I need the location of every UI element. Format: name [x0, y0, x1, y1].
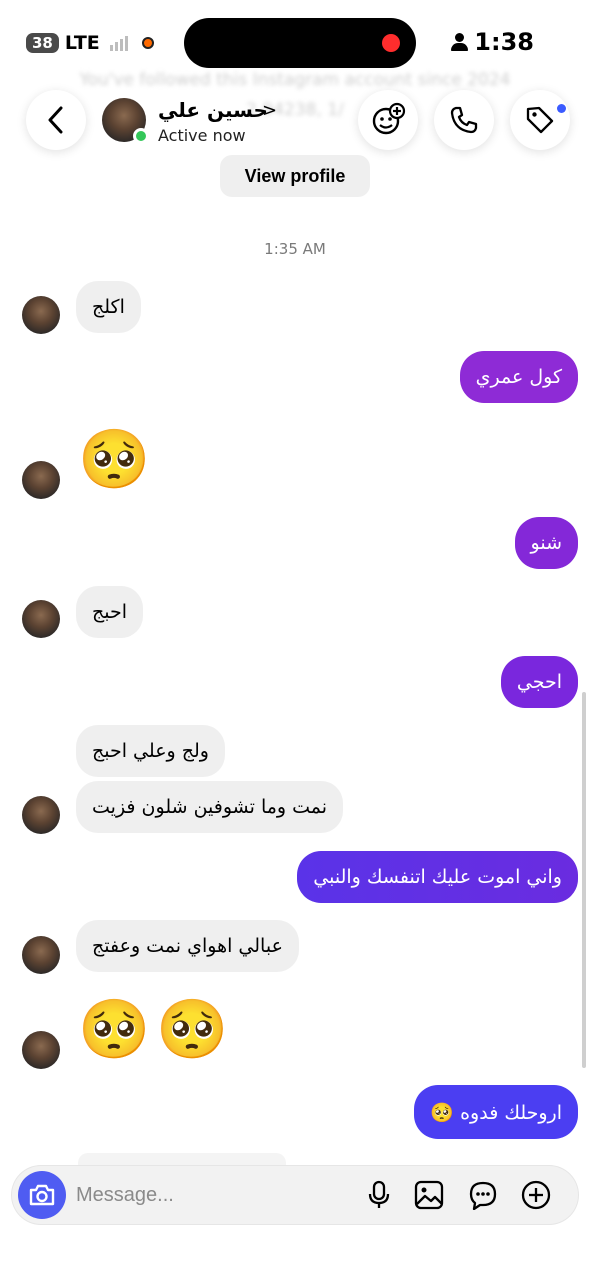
camera-icon	[29, 1184, 55, 1206]
message-outgoing[interactable]: شنو	[514, 517, 578, 569]
view-profile-button[interactable]: View profile	[220, 155, 370, 197]
sticker-button[interactable]	[468, 1180, 498, 1210]
message-incoming[interactable]: اكلج	[76, 281, 141, 333]
plus-button[interactable]	[521, 1180, 551, 1210]
person-icon	[450, 32, 469, 52]
back-icon	[48, 106, 63, 134]
status-left: 38 LTE	[26, 32, 154, 54]
chevron-right-icon: >	[262, 100, 278, 121]
sender-avatar[interactable]	[22, 461, 60, 499]
scrollbar[interactable]	[582, 692, 586, 1068]
microphone-button[interactable]	[364, 1180, 394, 1210]
status-right: 1:38	[450, 28, 534, 56]
message-composer	[12, 1166, 578, 1224]
message-incoming[interactable]: نمت وما تشوفين شلون فزيت	[76, 781, 344, 833]
sticker-icon	[469, 1181, 497, 1210]
chat-header: حسين علي > Active now	[0, 88, 590, 154]
notification-dot	[557, 104, 566, 113]
sender-avatar[interactable]	[22, 600, 60, 638]
audio-call-button[interactable]	[434, 90, 494, 150]
partial-message	[78, 1153, 286, 1167]
message-incoming[interactable]: عبالي اهواي نمت وعفتج	[76, 920, 299, 972]
tag-icon	[526, 106, 554, 134]
message-incoming[interactable]: ولج وعلي احبج	[76, 725, 225, 777]
sender-avatar[interactable]	[22, 936, 60, 974]
emoji-message[interactable]: 🥺🥺	[78, 1000, 234, 1058]
active-status: Active now	[158, 126, 246, 145]
record-dot-icon	[382, 34, 400, 52]
dynamic-island	[184, 18, 416, 68]
back-button[interactable]	[26, 90, 86, 150]
gallery-icon	[414, 1180, 444, 1210]
effects-button[interactable]	[358, 90, 418, 150]
camera-button[interactable]	[18, 1171, 66, 1219]
battery-indicator: 38	[26, 33, 59, 53]
message-outgoing[interactable]: واني اموت عليك اتنفسك والنبي	[297, 851, 578, 903]
network-type: LTE	[64, 32, 100, 54]
contact-avatar[interactable]	[102, 98, 149, 144]
phone-icon	[450, 106, 478, 134]
status-bar: 38 LTE 1:38	[0, 0, 590, 80]
ghost-account-info: You've followed this Instagram account s…	[79, 70, 511, 90]
emoji-message[interactable]: 🥺	[78, 430, 150, 488]
clock: 1:38	[474, 28, 534, 56]
signal-icon	[109, 35, 128, 51]
online-indicator	[133, 128, 149, 144]
gallery-button[interactable]	[414, 1180, 444, 1210]
plus-icon	[521, 1180, 551, 1210]
message-outgoing[interactable]: احجي	[500, 656, 578, 708]
message-outgoing[interactable]: كول عمري	[459, 351, 578, 403]
message-incoming[interactable]: احبج	[76, 586, 144, 638]
sender-avatar[interactable]	[22, 296, 60, 334]
message-timestamp: 1:35 AM	[264, 240, 326, 258]
tag-button[interactable]	[510, 90, 570, 150]
contact-name[interactable]: حسين علي	[158, 98, 268, 122]
message-outgoing[interactable]: اروحلك فدوه 🥺	[414, 1085, 578, 1139]
sender-avatar[interactable]	[22, 1031, 60, 1069]
message-input[interactable]	[76, 1175, 346, 1215]
effects-icon	[372, 102, 406, 135]
sender-avatar[interactable]	[22, 796, 60, 834]
microphone-icon	[368, 1180, 390, 1208]
recording-indicator-icon	[141, 37, 154, 49]
